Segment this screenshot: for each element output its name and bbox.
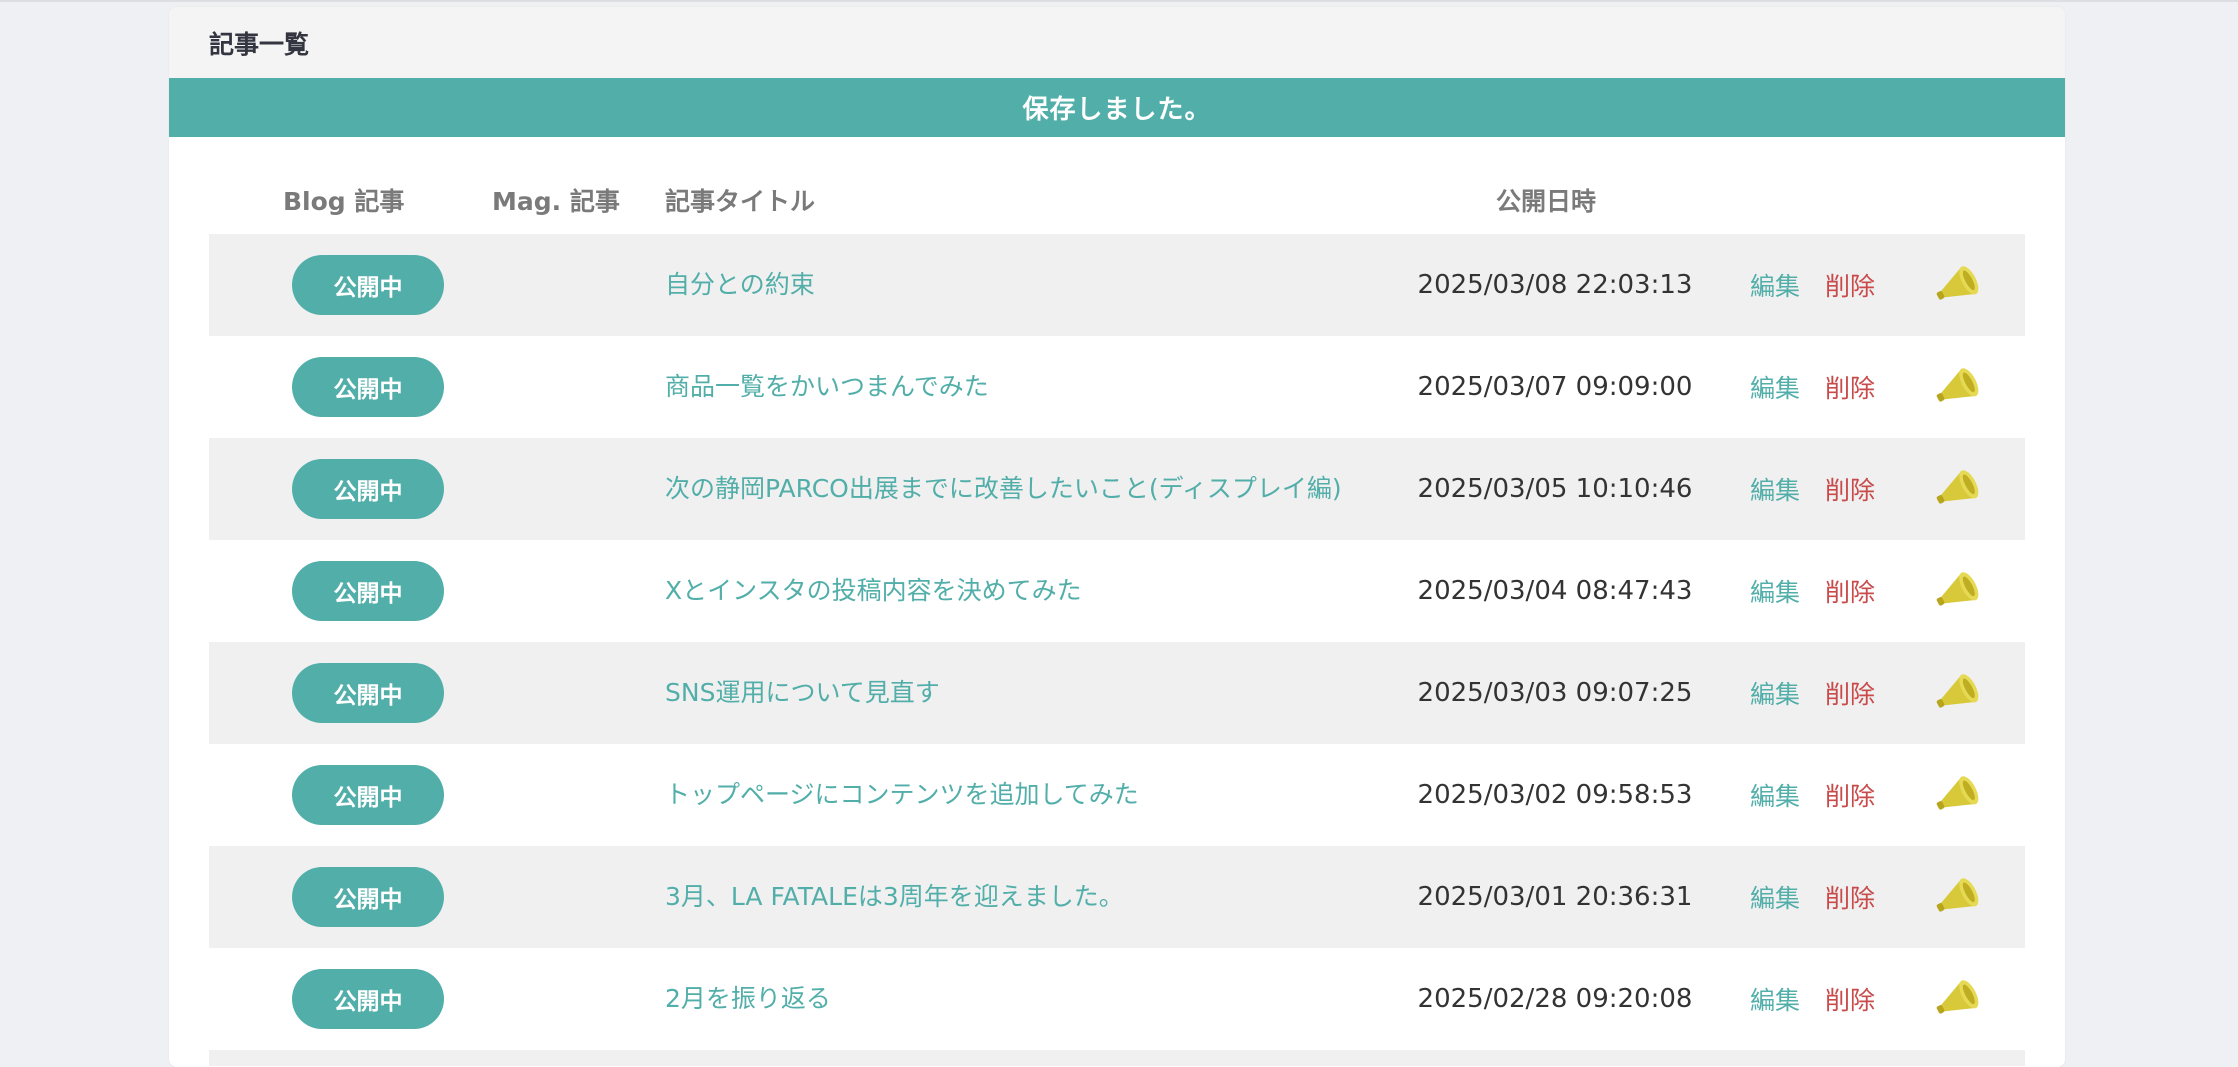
- megaphone-icon[interactable]: [1933, 976, 1987, 1022]
- flash-message: 保存しました。: [169, 78, 2065, 137]
- status-badge[interactable]: 公開中: [292, 867, 444, 927]
- megaphone-icon[interactable]: [1933, 262, 1987, 308]
- page-title: 記事一覧: [209, 29, 310, 59]
- published-date: 2025/03/04 08:47:43: [1417, 576, 1693, 606]
- header-title: 記事タイトル: [665, 187, 816, 216]
- edit-link[interactable]: 編集: [1750, 540, 1800, 642]
- edit-link[interactable]: 編集: [1750, 234, 1800, 336]
- edit-link[interactable]: 編集: [1750, 948, 1800, 1050]
- status-badge[interactable]: 公開中: [292, 561, 444, 621]
- table-row: 公開中 次の静岡PARCO出展までに改善したいこと(ディスプレイ編) 2025/…: [209, 438, 2025, 540]
- status-badge[interactable]: 公開中: [292, 663, 444, 723]
- delete-link[interactable]: 削除: [1825, 744, 1875, 846]
- status-badge[interactable]: 公開中: [292, 459, 444, 519]
- delete-link[interactable]: 削除: [1825, 948, 1875, 1050]
- table-row: 公開中 SNS運用について見直す 2025/03/03 09:07:25 編集 …: [209, 642, 2025, 744]
- article-title-link[interactable]: SNS運用について見直す: [665, 642, 1345, 744]
- article-title-link[interactable]: トップページにコンテンツを追加してみた: [665, 744, 1345, 846]
- megaphone-icon[interactable]: [1933, 874, 1987, 920]
- table-row: 公開中 2月を振り返る 2025/02/28 09:20:08 編集 削除: [209, 948, 2025, 1050]
- published-date: 2025/03/02 09:58:53: [1417, 780, 1693, 810]
- megaphone-icon[interactable]: [1933, 670, 1987, 716]
- table-row: 公開中 トップページにコンテンツを追加してみた 2025/03/02 09:58…: [209, 744, 2025, 846]
- megaphone-icon[interactable]: [1933, 466, 1987, 512]
- published-date: 2025/02/28 09:20:08: [1417, 984, 1693, 1014]
- edit-link[interactable]: 編集: [1750, 336, 1800, 438]
- header-blog: Blog 記事: [283, 187, 405, 216]
- card-header: 記事一覧: [169, 7, 2065, 78]
- status-badge[interactable]: 公開中: [292, 765, 444, 825]
- published-date: 2025/03/05 10:10:46: [1417, 474, 1693, 504]
- delete-link[interactable]: 削除: [1825, 540, 1875, 642]
- published-date: 2025/03/01 20:36:31: [1417, 882, 1693, 912]
- status-badge[interactable]: 公開中: [292, 969, 444, 1029]
- delete-link[interactable]: 削除: [1825, 234, 1875, 336]
- header-mag: Mag. 記事: [492, 187, 620, 216]
- edit-link[interactable]: 編集: [1750, 846, 1800, 948]
- published-date: 2025/03/07 09:09:00: [1417, 372, 1693, 402]
- table-row: 公開中 Xとインスタの投稿内容を決めてみた 2025/03/04 08:47:4…: [209, 540, 2025, 642]
- delete-link[interactable]: 削除: [1825, 438, 1875, 540]
- table-row-partial: [209, 1050, 2025, 1066]
- megaphone-icon[interactable]: [1933, 568, 1987, 614]
- delete-link[interactable]: 削除: [1825, 336, 1875, 438]
- table-row: 公開中 3月、LA FATALEは3周年を迎えました。 2025/03/01 2…: [209, 846, 2025, 948]
- article-title-link[interactable]: 2月を振り返る: [665, 948, 1345, 1050]
- table-row: 公開中 自分との約束 2025/03/08 22:03:13 編集 削除: [209, 234, 2025, 336]
- edit-link[interactable]: 編集: [1750, 744, 1800, 846]
- status-badge[interactable]: 公開中: [292, 357, 444, 417]
- article-title-link[interactable]: 次の静岡PARCO出展までに改善したいこと(ディスプレイ編): [665, 438, 1345, 540]
- table-header: Blog 記事 Mag. 記事 記事タイトル 公開日時: [209, 182, 2025, 234]
- megaphone-icon[interactable]: [1933, 772, 1987, 818]
- delete-link[interactable]: 削除: [1825, 642, 1875, 744]
- article-table: Blog 記事 Mag. 記事 記事タイトル 公開日時 公開中 自分との約束 2…: [209, 182, 2025, 1066]
- delete-link[interactable]: 削除: [1825, 846, 1875, 948]
- published-date: 2025/03/08 22:03:13: [1417, 270, 1693, 300]
- megaphone-icon[interactable]: [1933, 364, 1987, 410]
- table-row: 公開中 商品一覧をかいつまんでみた 2025/03/07 09:09:00 編集…: [209, 336, 2025, 438]
- article-title-link[interactable]: 商品一覧をかいつまんでみた: [665, 336, 1345, 438]
- edit-link[interactable]: 編集: [1750, 642, 1800, 744]
- article-title-link[interactable]: 3月、LA FATALEは3周年を迎えました。: [665, 846, 1345, 948]
- header-published-at: 公開日時: [1496, 187, 1597, 216]
- status-badge[interactable]: 公開中: [292, 255, 444, 315]
- article-title-link[interactable]: Xとインスタの投稿内容を決めてみた: [665, 540, 1345, 642]
- top-border: [0, 0, 2238, 2]
- edit-link[interactable]: 編集: [1750, 438, 1800, 540]
- article-title-link[interactable]: 自分との約束: [665, 234, 1345, 336]
- published-date: 2025/03/03 09:07:25: [1417, 678, 1693, 708]
